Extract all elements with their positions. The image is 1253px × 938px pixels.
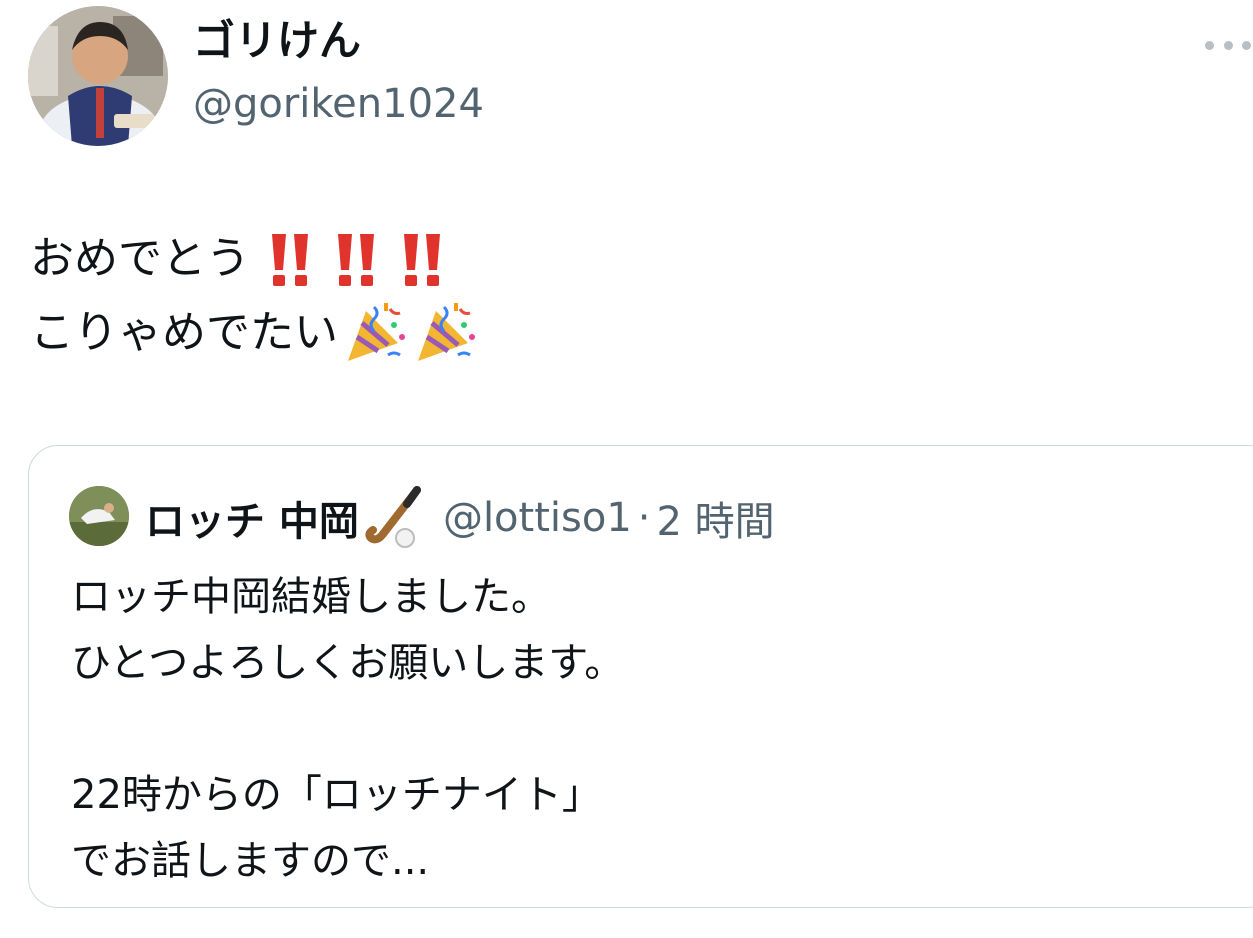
quoted-handle[interactable]: @lottiso1 <box>443 495 632 541</box>
quoted-separator: · <box>637 495 651 541</box>
author-handle[interactable]: @goriken1024 <box>193 80 484 128</box>
quoted-display-name[interactable]: ロッチ 中岡 <box>145 489 359 547</box>
double-exclamation-icon <box>272 234 308 286</box>
tweet-line-2-text: こりゃめでたい <box>30 307 338 358</box>
quoted-tweet-card[interactable]: ロッチ 中岡 @lottiso1 · 2 時間 ロッチ中岡結婚しました。 ひとつ… <box>28 445 1253 908</box>
author-avatar[interactable] <box>28 6 168 146</box>
party-popper-icon <box>348 303 405 361</box>
more-dot-icon <box>1242 40 1251 50</box>
double-exclamation-icon <box>338 234 374 286</box>
tweet-page: ゴリけん @goriken1024 おめでとう こりゃめでたい ロッチ 中岡 @… <box>0 0 1253 938</box>
more-dot-icon <box>1223 40 1233 50</box>
party-popper-icon <box>418 303 475 361</box>
quoted-timestamp[interactable]: 2 時間 <box>656 489 774 547</box>
double-exclamation-icon <box>404 234 440 286</box>
tweet-line-2: こりゃめでたい <box>30 296 478 370</box>
more-dot-icon <box>1205 40 1214 50</box>
field-hockey-icon <box>365 486 421 548</box>
quoted-header: ロッチ 中岡 @lottiso1 · 2 時間 <box>145 486 775 550</box>
quoted-avatar-photo <box>69 486 129 546</box>
tweet-text: おめでとう こりゃめでたい <box>30 222 478 370</box>
quoted-author-avatar[interactable] <box>69 486 129 546</box>
author-display-name[interactable]: ゴリけん <box>193 16 361 66</box>
more-options-button[interactable] <box>1205 30 1251 60</box>
quoted-tweet-text: ロッチ中岡結婚しました。 ひとつよろしくお願いします。 22時からの「ロッチナイ… <box>71 574 625 884</box>
tweet-line-1-text: おめでとう <box>30 233 250 284</box>
avatar-photo <box>28 6 168 146</box>
tweet-line-1: おめでとう <box>30 222 478 296</box>
